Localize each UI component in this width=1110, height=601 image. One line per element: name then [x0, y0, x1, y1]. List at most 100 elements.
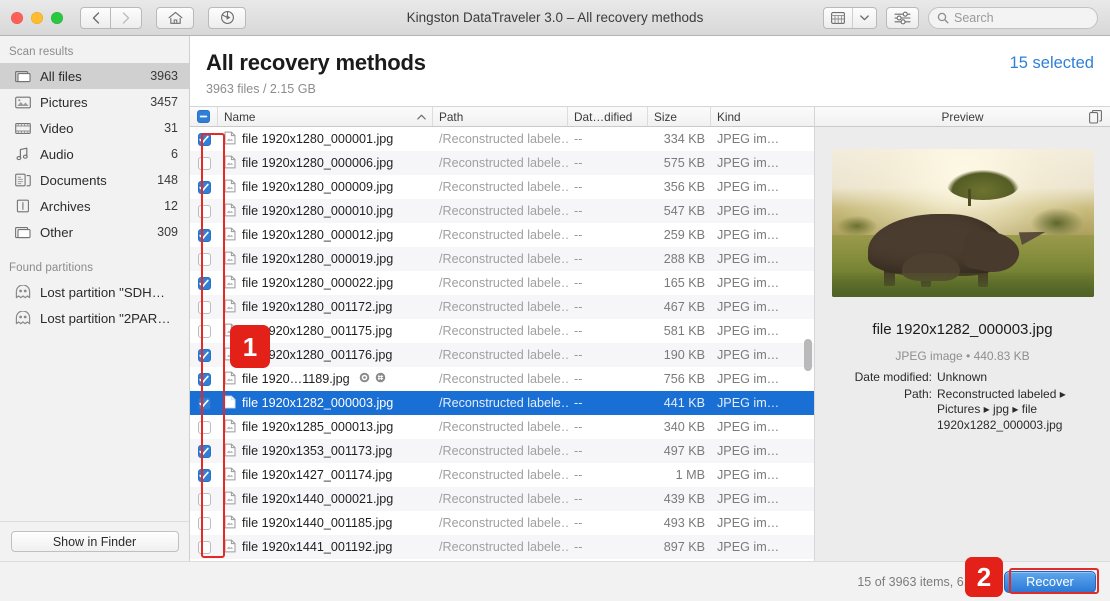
checkbox-checked-icon[interactable] — [197, 228, 211, 242]
row-checkbox-cell[interactable] — [190, 492, 218, 506]
column-header-kind[interactable]: Kind — [711, 107, 814, 126]
recover-button[interactable]: Recover — [1004, 570, 1096, 593]
sidebar-item-all-files[interactable]: All files 3963 — [0, 63, 189, 89]
column-header-date-modified[interactable]: Dat…dified — [568, 107, 648, 126]
column-header-size[interactable]: Size — [648, 107, 711, 126]
table-row[interactable]: file 1920x1282_000003.jpg/Reconstructed … — [190, 391, 814, 415]
checkbox-unchecked-icon[interactable] — [197, 204, 211, 218]
grid-view-button[interactable] — [824, 8, 852, 28]
cell-name[interactable]: file 1920x1353_001173.jpg — [218, 443, 433, 460]
cell-name[interactable]: file 1920x1280_000009.jpg — [218, 179, 433, 196]
checkbox-unchecked-icon[interactable] — [197, 252, 211, 266]
cell-name[interactable]: file 1920x1280_000012.jpg — [218, 227, 433, 244]
minimize-button[interactable] — [31, 11, 43, 24]
sidebar-item-other[interactable]: Other 309 — [0, 219, 189, 245]
checkbox-checked-icon[interactable] — [197, 372, 211, 386]
row-checkbox-cell[interactable] — [190, 420, 218, 434]
sidebar-item-pictures[interactable]: Pictures 3457 — [0, 89, 189, 115]
row-checkbox-cell[interactable] — [190, 276, 218, 290]
table-scrollbar-thumb[interactable] — [804, 339, 812, 371]
table-row[interactable]: file 1920x1440_001185.jpg/Reconstructed … — [190, 511, 814, 535]
row-checkbox-cell[interactable] — [190, 324, 218, 338]
row-checkbox-cell[interactable] — [190, 156, 218, 170]
checkbox-unchecked-icon[interactable] — [197, 540, 211, 554]
selected-count-link[interactable]: 15 selected — [1010, 50, 1094, 73]
table-row[interactable]: file 1920x1280_000022.jpg/Reconstructed … — [190, 271, 814, 295]
table-row[interactable]: file 1920x1280_001172.jpg/Reconstructed … — [190, 295, 814, 319]
column-header-path[interactable]: Path — [433, 107, 568, 126]
row-checkbox-cell[interactable] — [190, 252, 218, 266]
sidebar-partition-item[interactable]: Lost partition "2PAR… — [0, 305, 189, 331]
cell-name[interactable]: file 1920x1280_000022.jpg — [218, 275, 433, 292]
row-checkbox-cell[interactable] — [190, 180, 218, 194]
back-button[interactable] — [80, 6, 111, 29]
view-mode-dropdown[interactable] — [852, 7, 876, 28]
show-in-finder-button[interactable]: Show in Finder — [10, 531, 179, 552]
cell-name[interactable]: file 1920x1280_000001.jpg — [218, 131, 433, 148]
cell-name[interactable]: file 1920…1189.jpg — [218, 371, 433, 388]
table-row[interactable]: file 1920x1280_000019.jpg/Reconstructed … — [190, 247, 814, 271]
row-checkbox-cell[interactable] — [190, 396, 218, 410]
checkbox-checked-icon[interactable] — [197, 444, 211, 458]
copy-icon[interactable] — [1089, 110, 1102, 127]
checkbox-unchecked-icon[interactable] — [197, 516, 211, 530]
hash-badge-icon[interactable] — [375, 372, 386, 386]
filter-button[interactable] — [886, 6, 919, 29]
sidebar-item-audio[interactable]: Audio 6 — [0, 141, 189, 167]
checkbox-checked-icon[interactable] — [197, 276, 211, 290]
checkbox-unchecked-icon[interactable] — [197, 156, 211, 170]
table-row[interactable]: file 1920x1280_000001.jpg/Reconstructed … — [190, 127, 814, 151]
cell-name[interactable]: file 1920x1282_000003.jpg — [218, 395, 433, 412]
cell-name[interactable]: file 1920x1441_001192.jpg — [218, 539, 433, 556]
row-checkbox-cell[interactable] — [190, 204, 218, 218]
checkbox-unchecked-icon[interactable] — [197, 324, 211, 338]
table-row[interactable]: file 1920x1280_001175.jpg/Reconstructed … — [190, 319, 814, 343]
view-mode-control[interactable] — [823, 6, 877, 29]
table-row[interactable]: file 1920x1280_001176.jpg/Reconstructed … — [190, 343, 814, 367]
sidebar-partition-item[interactable]: Lost partition "SDH… — [0, 279, 189, 305]
forward-button[interactable] — [111, 6, 142, 29]
checkbox-unchecked-icon[interactable] — [197, 492, 211, 506]
table-row[interactable]: file 1920…1189.jpg/Reconstructed labele…… — [190, 367, 814, 391]
table-row[interactable]: file 1920x1427_001174.jpg/Reconstructed … — [190, 463, 814, 487]
checkbox-unchecked-icon[interactable] — [197, 420, 211, 434]
cell-name[interactable]: file 1920x1280_000006.jpg — [218, 155, 433, 172]
table-row[interactable]: file 1920x1441_001192.jpg/Reconstructed … — [190, 535, 814, 559]
cell-name[interactable]: file 1920x1280_001172.jpg — [218, 299, 433, 316]
sidebar-item-archives[interactable]: Archives 12 — [0, 193, 189, 219]
target-badge-icon[interactable] — [359, 372, 370, 386]
filter-cell[interactable] — [887, 8, 918, 28]
cell-name[interactable]: file 1920x1440_000021.jpg — [218, 491, 433, 508]
checkbox-checked-icon[interactable] — [197, 468, 211, 482]
zoom-button[interactable] — [51, 11, 63, 24]
header-select-all-checkbox[interactable] — [190, 107, 218, 126]
table-scrollbar[interactable] — [804, 127, 812, 561]
cell-name[interactable]: file 1920x1285_000013.jpg — [218, 419, 433, 436]
table-row[interactable]: file 1920x1280_000009.jpg/Reconstructed … — [190, 175, 814, 199]
table-row[interactable]: file 1920x1353_001173.jpg/Reconstructed … — [190, 439, 814, 463]
table-row[interactable]: file 1920x1280_000012.jpg/Reconstructed … — [190, 223, 814, 247]
table-row[interactable]: file 1920x1285_000013.jpg/Reconstructed … — [190, 415, 814, 439]
row-checkbox-cell[interactable] — [190, 540, 218, 554]
checkbox-checked-icon[interactable] — [197, 180, 211, 194]
cell-name[interactable]: file 1920x1280_000019.jpg — [218, 251, 433, 268]
checkbox-mixed-icon[interactable] — [197, 110, 210, 123]
cell-name[interactable]: file 1920x1280_000010.jpg — [218, 203, 433, 220]
table-row[interactable]: file 1920x1280_000010.jpg/Reconstructed … — [190, 199, 814, 223]
row-checkbox-cell[interactable] — [190, 228, 218, 242]
home-button[interactable] — [156, 6, 194, 29]
checkbox-checked-icon[interactable] — [197, 132, 211, 146]
close-button[interactable] — [11, 11, 23, 24]
cell-name[interactable]: file 1920x1440_001185.jpg — [218, 515, 433, 532]
search-field[interactable]: Search — [928, 6, 1098, 29]
table-row[interactable]: file 1920x1440_000021.jpg/Reconstructed … — [190, 487, 814, 511]
session-history-button[interactable] — [208, 6, 246, 29]
row-checkbox-cell[interactable] — [190, 132, 218, 146]
checkbox-checked-icon[interactable] — [197, 348, 211, 362]
checkbox-checked-icon[interactable] — [197, 396, 211, 410]
row-checkbox-cell[interactable] — [190, 468, 218, 482]
row-checkbox-cell[interactable] — [190, 348, 218, 362]
cell-name[interactable]: file 1920x1427_001174.jpg — [218, 467, 433, 484]
row-checkbox-cell[interactable] — [190, 444, 218, 458]
row-checkbox-cell[interactable] — [190, 516, 218, 530]
